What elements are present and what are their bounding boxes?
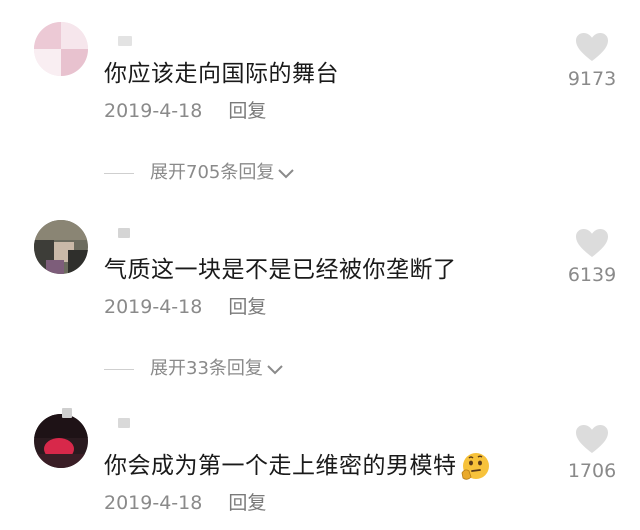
user-avatar[interactable] (34, 220, 88, 274)
reply-button[interactable]: 回复 (228, 492, 266, 514)
reply-button[interactable]: 回复 (228, 100, 266, 122)
expand-replies-button[interactable]: 展开33条回复 (104, 354, 283, 380)
username-blurred[interactable] (118, 36, 132, 46)
chevron-down-icon (267, 359, 283, 380)
expand-replies-label: 展开33条回复 (150, 358, 263, 379)
comment-text-content: 你会成为第一个走上维密的男模特 (104, 453, 457, 479)
comment-date: 2019-4-18 (104, 100, 203, 122)
comment-meta: 2019-4-18 回复 (104, 96, 266, 123)
expand-replies-button[interactable]: 展开705条回复 (104, 158, 295, 184)
like-count: 6139 (567, 264, 617, 286)
comment-meta: 2019-4-18 回复 (104, 488, 266, 515)
divider (104, 172, 134, 174)
username-blurred[interactable] (118, 418, 130, 428)
user-avatar[interactable] (34, 414, 88, 468)
user-avatar[interactable] (34, 22, 88, 76)
like-count: 1706 (567, 460, 617, 482)
heart-icon (576, 425, 608, 453)
like-button[interactable]: 1706 (562, 424, 622, 482)
comment-text: 你会成为第一个走上维密的男模特 (104, 446, 491, 483)
comment-date: 2019-4-18 (104, 296, 203, 318)
like-button[interactable]: 9173 (562, 32, 622, 90)
comment-meta: 2019-4-18 回复 (104, 292, 266, 319)
comment-date: 2019-4-18 (104, 492, 203, 514)
username-blurred[interactable] (62, 408, 72, 418)
reply-button[interactable]: 回复 (228, 296, 266, 318)
heart-icon (576, 229, 608, 257)
heart-icon (576, 33, 608, 61)
like-count: 9173 (567, 68, 617, 90)
chevron-down-icon (278, 163, 295, 184)
comment-text: 气质这一块是不是已经被你垄断了 (104, 257, 457, 283)
username-blurred[interactable] (118, 228, 130, 238)
like-button[interactable]: 6139 (562, 228, 622, 286)
comment-text: 你应该走向国际的舞台 (104, 61, 339, 87)
thinking-emoji-icon (459, 451, 491, 483)
expand-replies-label: 展开705条回复 (150, 162, 275, 183)
divider (104, 368, 134, 370)
